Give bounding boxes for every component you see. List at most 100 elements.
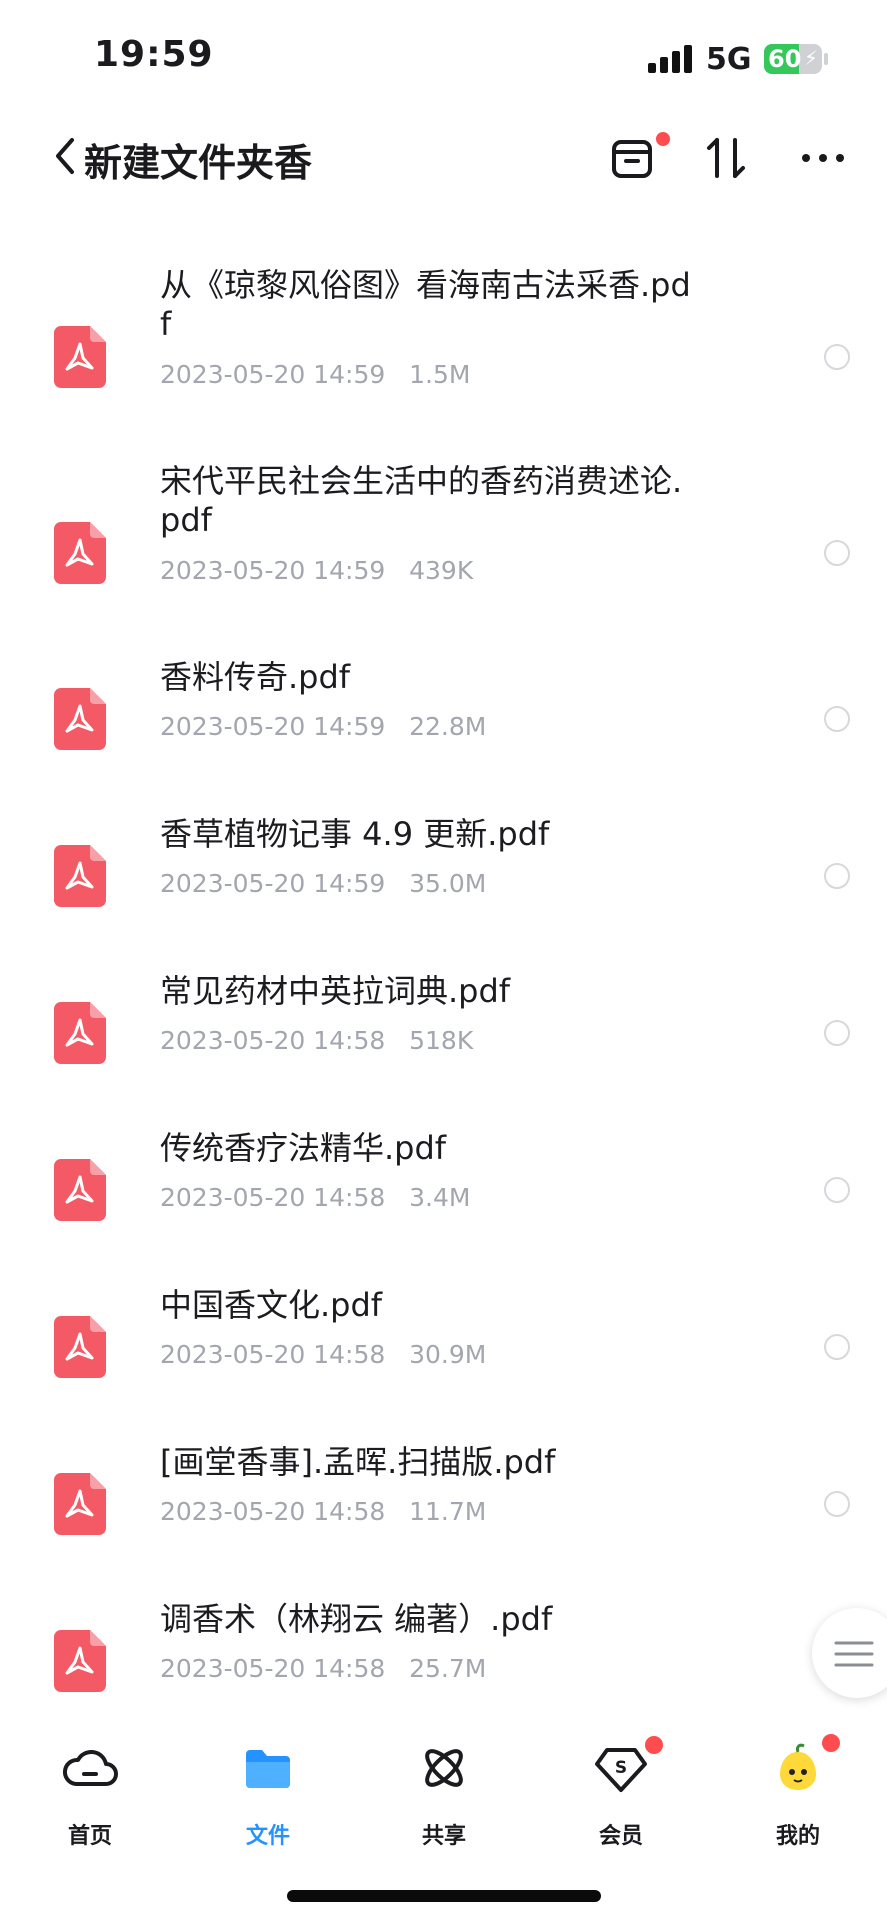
file-date: 2023-05-20 14:58 (160, 1183, 386, 1212)
file-name: 从《琼黎风俗图》看海南古法采香.pdf (160, 266, 691, 343)
select-radio[interactable] (824, 1177, 850, 1203)
file-date: 2023-05-20 14:59 (160, 556, 386, 585)
file-size: 11.7M (409, 1497, 487, 1526)
pdf-file-icon (54, 688, 106, 750)
network-type: 5G (706, 42, 752, 77)
nav-header: 新建文件夹香 (0, 112, 887, 202)
file-meta: 2023-05-20 14:58 25.7M (160, 1654, 486, 1683)
battery-icon: 60 ⚡ (764, 44, 822, 74)
tab-label: 我的 (775, 1824, 820, 1849)
tab-label: 文件 (245, 1824, 290, 1849)
file-meta: 2023-05-20 14:59 35.0M (160, 869, 486, 898)
file-name: 传统香疗法精华.pdf (160, 1129, 447, 1167)
file-size: 35.0M (409, 869, 487, 898)
file-meta: 2023-05-20 14:59 22.8M (160, 712, 486, 741)
file-meta: 2023-05-20 14:59 439K (160, 556, 473, 585)
tab-mine[interactable]: 我的 (738, 1734, 858, 1850)
page-title: 新建文件夹香 (84, 141, 313, 185)
file-size: 22.8M (409, 712, 487, 741)
tab-share[interactable]: 共享 (384, 1740, 504, 1850)
file-date: 2023-05-20 14:59 (160, 712, 386, 741)
pdf-file-icon (54, 326, 106, 388)
file-name: 香料传奇.pdf (160, 658, 351, 696)
tab-label: 共享 (421, 1824, 466, 1849)
tab-label: 首页 (67, 1824, 112, 1849)
more-dots-icon (802, 154, 844, 162)
file-size: 3.4M (409, 1183, 471, 1212)
file-row[interactable]: 香料传奇.pdf 2023-05-20 14:59 22.8M (0, 658, 887, 808)
file-meta: 2023-05-20 14:59 1.5M (160, 360, 470, 389)
menu-lines-icon (834, 1641, 874, 1667)
pdf-file-icon (54, 1630, 106, 1692)
status-bar: 19:59 5G 60 ⚡ (0, 0, 887, 110)
select-radio[interactable] (824, 1491, 850, 1517)
file-size: 30.9M (409, 1340, 487, 1369)
file-size: 25.7M (409, 1654, 487, 1683)
file-row[interactable]: 常见药材中英拉词典.pdf 2023-05-20 14:58 518K (0, 972, 887, 1122)
file-date: 2023-05-20 14:59 (160, 360, 386, 389)
file-meta: 2023-05-20 14:58 30.9M (160, 1340, 486, 1369)
notification-dot (822, 1734, 840, 1752)
select-radio[interactable] (824, 706, 850, 732)
folder-icon (246, 1750, 290, 1788)
sort-button[interactable] (698, 130, 754, 186)
file-row[interactable]: 调香术（林翔云 编著）.pdf 2023-05-20 14:58 25.7M (0, 1600, 887, 1750)
tab-files[interactable]: 文件 (208, 1740, 328, 1850)
battery-level: 60 (768, 45, 802, 73)
status-time: 19:59 (94, 34, 214, 75)
notification-dot (645, 1736, 663, 1754)
pdf-file-icon (54, 845, 106, 907)
pdf-file-icon (54, 1002, 106, 1064)
file-date: 2023-05-20 14:59 (160, 869, 386, 898)
select-radio[interactable] (824, 863, 850, 889)
file-date: 2023-05-20 14:58 (160, 1654, 386, 1683)
file-row[interactable]: [画堂香事].孟晖.扫描版.pdf 2023-05-20 14:58 11.7M (0, 1443, 887, 1593)
file-date: 2023-05-20 14:58 (160, 1497, 386, 1526)
file-name: 中国香文化.pdf (160, 1286, 383, 1324)
file-row[interactable]: 宋代平民社会生活中的香药消费述论.pdf 2023-05-20 14:59 43… (0, 462, 887, 612)
inbox-box-icon (612, 140, 652, 178)
tab-vip[interactable]: S 会员 (561, 1736, 681, 1850)
pdf-file-icon (54, 1159, 106, 1221)
notification-dot (656, 132, 670, 146)
cloud-icon (63, 1749, 118, 1786)
pdf-file-icon (54, 1473, 106, 1535)
file-name: 调香术（林翔云 编著）.pdf (160, 1600, 553, 1638)
bottom-tab-bar: 首页 文件 共享 S 会员 我的 (0, 1730, 887, 1860)
select-radio[interactable] (824, 1020, 850, 1046)
file-size: 518K (409, 1026, 474, 1055)
pdf-file-icon (54, 1316, 106, 1378)
svg-text:S: S (615, 1758, 627, 1778)
file-meta: 2023-05-20 14:58 3.4M (160, 1183, 470, 1212)
vip-diamond-icon: S (595, 1748, 647, 1792)
file-size: 439K (409, 556, 474, 585)
tab-label: 会员 (598, 1824, 643, 1849)
file-row[interactable]: 从《琼黎风俗图》看海南古法采香.pdf 2023-05-20 14:59 1.5… (0, 266, 887, 416)
file-size: 1.5M (409, 360, 471, 389)
file-name: 常见药材中英拉词典.pdf (160, 972, 511, 1010)
select-radio[interactable] (824, 344, 850, 370)
atom-icon (425, 1749, 463, 1787)
cellular-signal-icon (648, 45, 694, 73)
home-indicator (287, 1890, 601, 1902)
pdf-file-icon (54, 522, 106, 584)
avatar-icon (780, 1743, 816, 1790)
file-name: [画堂香事].孟晖.扫描版.pdf (160, 1443, 556, 1481)
file-meta: 2023-05-20 14:58 11.7M (160, 1497, 486, 1526)
select-radio[interactable] (824, 540, 850, 566)
more-options-button[interactable] (795, 130, 851, 186)
file-date: 2023-05-20 14:58 (160, 1340, 386, 1369)
sort-arrows-icon (707, 138, 745, 178)
back-button[interactable] (50, 134, 84, 178)
file-meta: 2023-05-20 14:58 518K (160, 1026, 473, 1055)
file-name: 香草植物记事 4.9 更新.pdf (160, 815, 550, 853)
transfer-list-button[interactable] (604, 130, 670, 186)
file-date: 2023-05-20 14:58 (160, 1026, 386, 1055)
file-row[interactable]: 传统香疗法精华.pdf 2023-05-20 14:58 3.4M (0, 1129, 887, 1279)
select-radio[interactable] (824, 1334, 850, 1360)
charging-bolt-icon: ⚡ (803, 46, 818, 70)
file-row[interactable]: 中国香文化.pdf 2023-05-20 14:58 30.9M (0, 1286, 887, 1436)
tab-home[interactable]: 首页 (30, 1740, 150, 1850)
chevron-left-icon (56, 138, 74, 174)
file-row[interactable]: 香草植物记事 4.9 更新.pdf 2023-05-20 14:59 35.0M (0, 815, 887, 965)
